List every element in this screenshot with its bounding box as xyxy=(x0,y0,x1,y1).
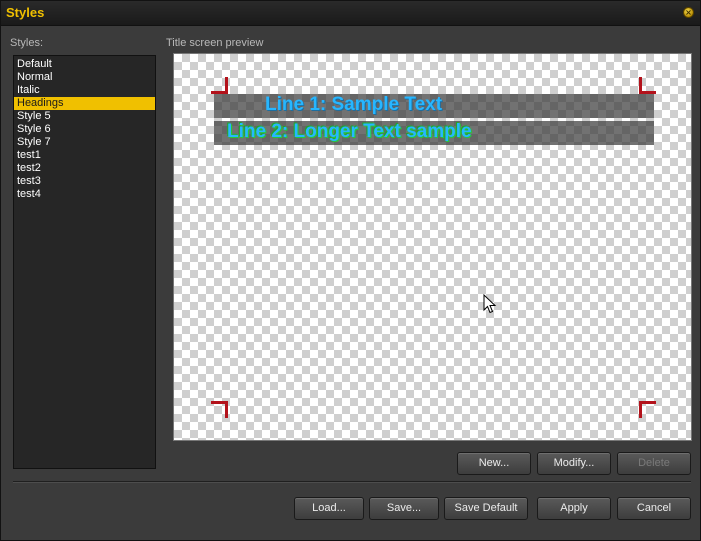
style-list-item[interactable]: Style 6 xyxy=(14,123,155,136)
style-list-item[interactable]: Style 7 xyxy=(14,136,155,149)
window-title: Styles xyxy=(6,5,45,20)
styles-list[interactable]: Default Normal Italic Headings Style 5 Style … xyxy=(13,55,156,469)
load-button[interactable]: Load... xyxy=(294,497,364,520)
safe-area-corner-top-right xyxy=(639,77,656,94)
style-list-item[interactable]: Normal xyxy=(14,71,155,84)
new-style-button[interactable]: New... xyxy=(457,452,531,475)
style-list-item[interactable]: Default xyxy=(14,58,155,71)
save-button[interactable]: Save... xyxy=(369,497,439,520)
mouse-cursor-icon xyxy=(483,294,497,314)
style-list-item[interactable]: test1 xyxy=(14,149,155,162)
cancel-button[interactable]: Cancel xyxy=(617,497,691,520)
style-list-item[interactable]: Headings xyxy=(14,97,155,110)
style-list-item[interactable]: test2 xyxy=(14,162,155,175)
style-list-item[interactable]: Style 5 xyxy=(14,110,155,123)
styles-label: Styles: xyxy=(10,37,44,49)
safe-area-corner-bottom-right xyxy=(639,401,656,418)
title-bar[interactable]: Styles × xyxy=(1,1,700,26)
divider xyxy=(13,481,691,483)
close-icon[interactable]: × xyxy=(683,7,694,18)
title-screen-preview: Line 1: Sample Text Line 2: Longer Text … xyxy=(173,53,692,441)
style-list-item[interactable]: test3 xyxy=(14,175,155,188)
preview-line-1: Line 1: Sample Text xyxy=(265,94,443,115)
styles-dialog: Styles × Styles: Title screen preview De… xyxy=(0,0,701,541)
safe-area-corner-bottom-left xyxy=(211,401,228,418)
style-list-item[interactable]: Italic xyxy=(14,84,155,97)
modify-style-button[interactable]: Modify... xyxy=(537,452,611,475)
save-default-button[interactable]: Save Default xyxy=(444,497,528,520)
apply-button[interactable]: Apply xyxy=(537,497,611,520)
preview-line-2: Line 2: Longer Text sample xyxy=(227,121,472,142)
style-list-item[interactable]: test4 xyxy=(14,188,155,201)
delete-style-button[interactable]: Delete xyxy=(617,452,691,475)
preview-label: Title screen preview xyxy=(166,37,264,49)
safe-area-corner-top-left xyxy=(211,77,228,94)
